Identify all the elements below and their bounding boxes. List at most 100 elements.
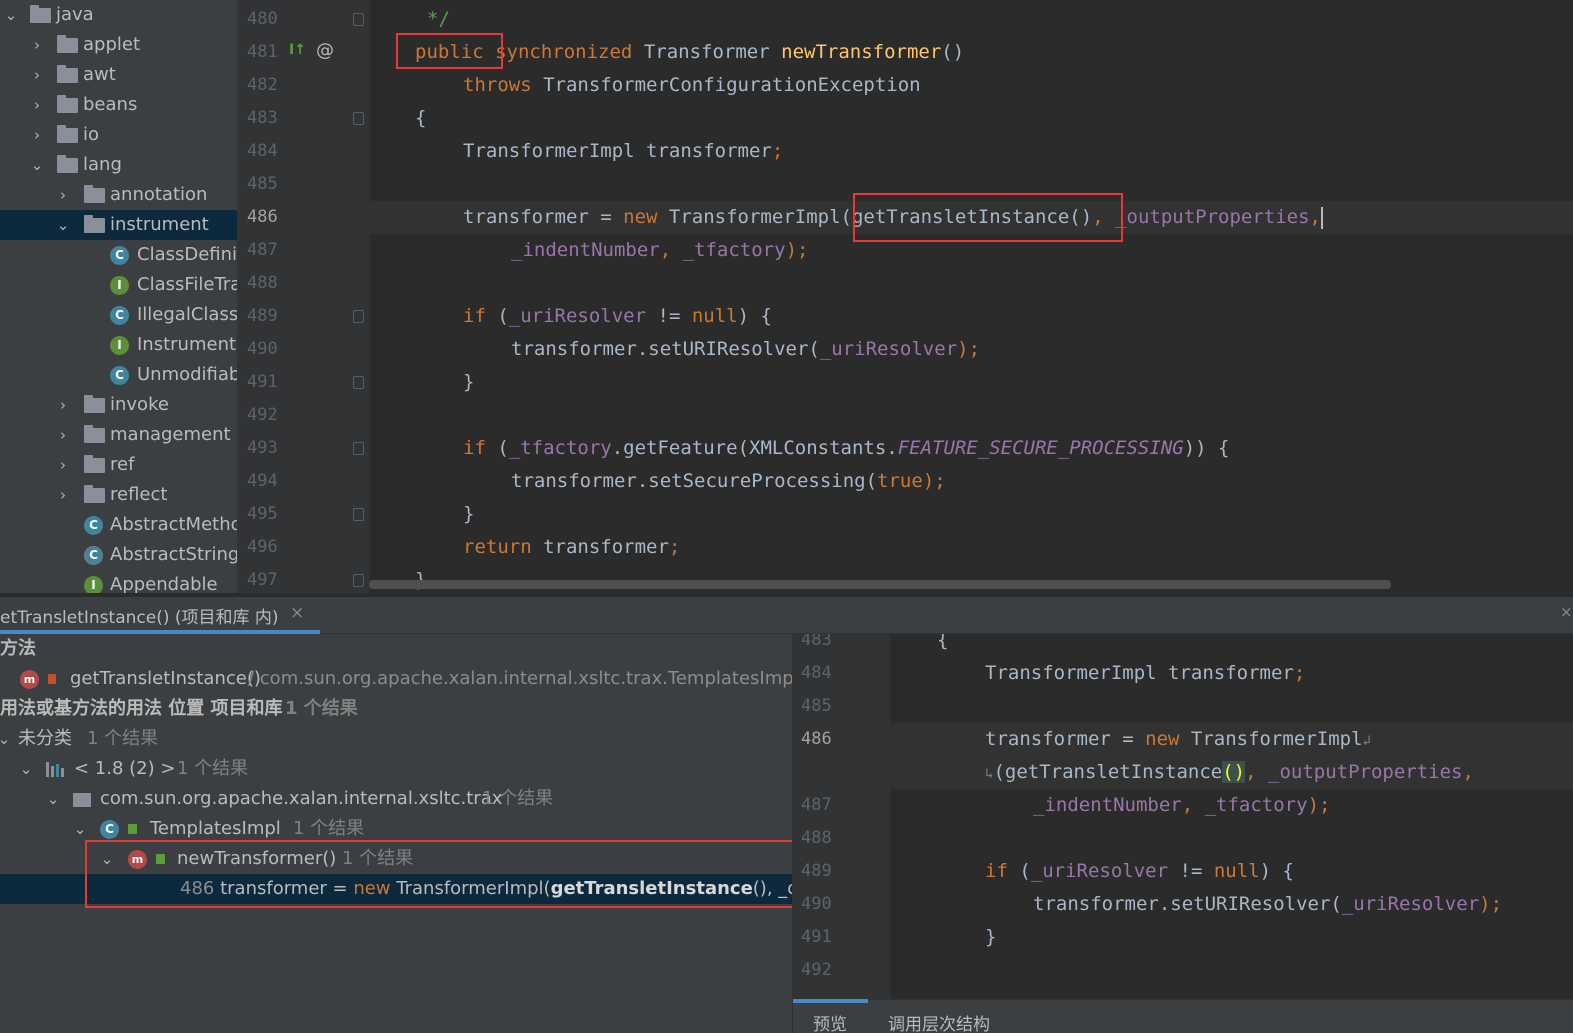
fold-marker-icon[interactable] [353, 112, 364, 125]
fold-marker-icon[interactable] [353, 574, 364, 587]
chevron-right-icon[interactable]: › [56, 420, 70, 450]
chevron-right-icon[interactable]: › [30, 60, 44, 90]
chevron-down-icon[interactable]: ⌄ [45, 784, 61, 814]
fold-marker-icon[interactable] [353, 310, 364, 323]
target-method-row[interactable]: m getTransletInstance() / com.sun.org.ap… [0, 664, 793, 694]
tree-item-io[interactable]: › io [0, 120, 237, 150]
folder-icon [84, 215, 105, 233]
tree-item-management[interactable]: › management [0, 420, 237, 450]
tab-preview[interactable]: 预览 [813, 1010, 847, 1033]
results-node-method[interactable]: ⌄ m newTransformer() 1 个结果 [0, 844, 793, 874]
code-line: { [415, 107, 427, 129]
results-node-class[interactable]: ⌄ C TemplatesImpl 1 个结果 [0, 814, 793, 844]
usage-row[interactable]: 486 transformer = new TransformerImpl(ge… [0, 874, 793, 904]
chevron-down-icon[interactable]: ⌄ [0, 724, 12, 754]
chevron-right-icon[interactable]: › [30, 90, 44, 120]
results-node-package[interactable]: ⌄ com.sun.org.apache.xalan.internal.xslt… [0, 784, 793, 814]
tree-item-interface[interactable]: I Appendable [0, 570, 237, 593]
close-icon[interactable]: × [290, 603, 304, 623]
tree-item-lang[interactable]: ⌄ lang [0, 150, 237, 180]
line-number: 494 [247, 471, 278, 491]
fold-marker-icon[interactable] [353, 13, 364, 26]
code-line: _indentNumber, _tfactory); [511, 239, 809, 261]
results-node-unclassified[interactable]: ⌄ 未分类 1 个结果 [0, 724, 793, 754]
close-icon[interactable]: × [1560, 603, 1573, 621]
line-number: 486 [801, 729, 832, 749]
tree-item-awt[interactable]: › awt [0, 60, 237, 90]
tree-item-annotation[interactable]: › annotation [0, 180, 237, 210]
folder-icon [57, 95, 78, 113]
preview-line-current: ↳(getTransletInstance(), _outputProperti… [890, 756, 1573, 789]
annotation-icon[interactable]: @ [316, 40, 334, 61]
line-number: 488 [247, 273, 278, 293]
line-number: 485 [801, 696, 832, 716]
code-editor[interactable]: 480 481 482 483 484 485 486 487 488 489 … [237, 0, 1573, 593]
code-line: transformer.setSecureProcessing(true); [511, 470, 946, 492]
tree-item-class[interactable]: C IllegalClassF [0, 300, 237, 330]
line-number: 483 [801, 634, 832, 650]
class-icon: C [110, 306, 129, 325]
code-line: transformer.setURIResolver(_uriResolver)… [511, 338, 981, 360]
fold-marker-icon[interactable] [353, 442, 364, 455]
editor-gutter: 480 481 482 483 484 485 486 487 488 489 … [237, 0, 395, 593]
line-number: 484 [801, 663, 832, 683]
tree-item-abstract-class[interactable]: C AbstractString [0, 540, 237, 570]
tree-item-class[interactable]: C ClassDefinit [0, 240, 237, 270]
tab-find-results[interactable]: etTransletInstance() (项目和库 内) [0, 603, 279, 628]
line-number: 489 [247, 306, 278, 326]
code-line-current: transformer = new TransformerImpl(getTra… [370, 201, 1573, 234]
chevron-right-icon[interactable]: › [56, 390, 70, 420]
tree-item-invoke[interactable]: › invoke [0, 390, 237, 420]
preview-line: } [985, 926, 997, 948]
chevron-down-icon[interactable]: ⌄ [30, 150, 44, 180]
chevron-right-icon[interactable]: › [56, 480, 70, 510]
tree-item-beans[interactable]: › beans [0, 90, 237, 120]
tree-item-interface[interactable]: I ClassFileTra [0, 270, 237, 300]
chevron-down-icon[interactable]: ⌄ [99, 844, 115, 874]
method-icon: m [128, 850, 147, 869]
preview-line-current: transformer = new TransformerImpl↲ [890, 723, 1573, 756]
abstract-class-icon: C [84, 546, 103, 565]
chevron-down-icon[interactable]: ⌄ [18, 754, 34, 784]
fold-marker-icon[interactable] [353, 376, 364, 389]
line-number: 492 [801, 960, 832, 980]
folder-icon [84, 185, 105, 203]
preview-tab-bar: 预览 调用层次结构 [793, 999, 1573, 1033]
tree-item-ref[interactable]: › ref [0, 450, 237, 480]
code-line: if (_tfactory.getFeature(XMLConstants.FE… [463, 437, 1230, 459]
preview-line: _indentNumber, _tfactory); [1033, 794, 1331, 816]
tree-item-java[interactable]: ⌄ java [0, 0, 237, 30]
chevron-down-icon[interactable]: ⌄ [72, 814, 88, 844]
public-lock-icon [156, 854, 165, 864]
chevron-right-icon[interactable]: › [56, 450, 70, 480]
results-group-methods[interactable]: 方法 [0, 634, 793, 664]
chevron-right-icon[interactable]: › [30, 120, 44, 150]
fold-marker-icon[interactable] [353, 508, 364, 521]
chevron-right-icon[interactable]: › [30, 30, 44, 60]
chevron-down-icon[interactable]: ⌄ [4, 0, 18, 30]
tree-item-reflect[interactable]: › reflect [0, 480, 237, 510]
tab-call-hierarchy[interactable]: 调用层次结构 [888, 1010, 990, 1033]
tree-item-instrument[interactable]: ⌄ instrument [0, 210, 237, 240]
tree-item-class[interactable]: C AbstractMetho [0, 510, 237, 540]
tree-item-class[interactable]: C Unmodifiab [0, 360, 237, 390]
line-number: 483 [247, 108, 278, 128]
active-tab-indicator [793, 999, 868, 1003]
find-tab-bar: etTransletInstance() (项目和库 内) × × [0, 597, 1573, 634]
override-icon[interactable]: I↑ [289, 42, 306, 58]
soft-wrap-icon: ↲ [1362, 733, 1371, 749]
folder-icon [30, 5, 51, 23]
chevron-right-icon[interactable]: › [56, 180, 70, 210]
folder-icon [84, 425, 105, 443]
folder-icon [57, 125, 78, 143]
results-node-jdk[interactable]: ⌄ < 1.8 (2) > 1 个结果 [0, 754, 793, 784]
line-number: 485 [247, 174, 278, 194]
code-line: TransformerImpl transformer; [463, 140, 784, 162]
tree-item-interface[interactable]: I Instrumenta [0, 330, 237, 360]
code-line: public synchronized Transformer newTrans… [415, 41, 965, 63]
tree-item-applet[interactable]: › applet [0, 30, 237, 60]
preview-line: transformer.setURIResolver(_uriResolver)… [1033, 893, 1503, 915]
horizontal-scrollbar[interactable] [369, 580, 1391, 589]
results-group-usages[interactable]: 用法或基方法的用法 位置 项目和库 1 个结果 [0, 694, 793, 724]
chevron-down-icon[interactable]: ⌄ [56, 210, 70, 240]
